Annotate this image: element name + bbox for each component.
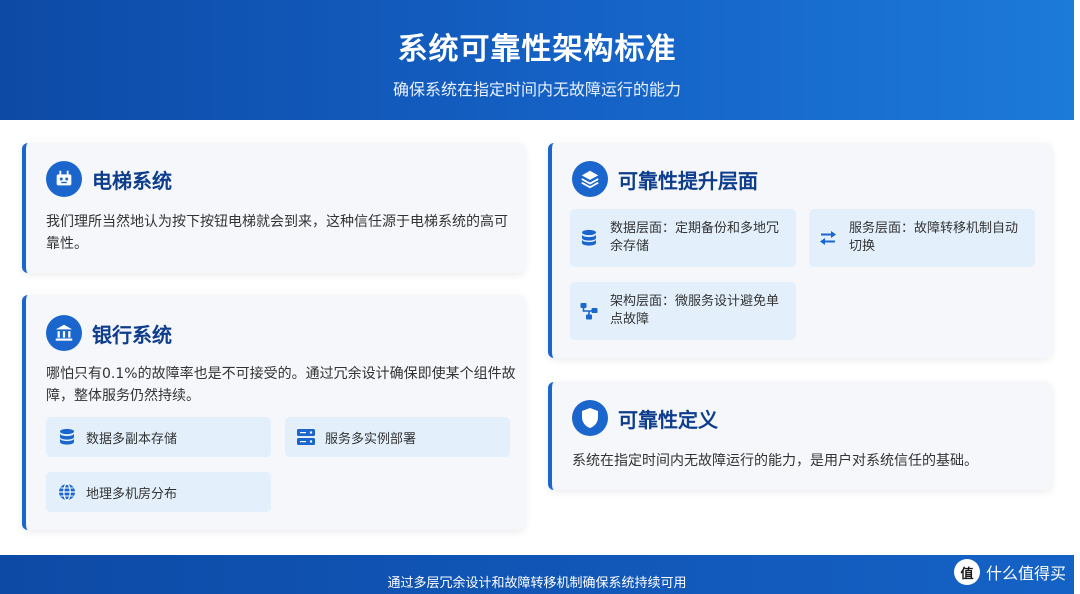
watermark: 值 什么值得买 [953,557,1066,587]
bank-card: 银行系统 哪怕只有0.1%的故障率也是不可接受的。通过冗余设计确保即使某个组件故… [22,295,525,530]
bank-card-header: 银行系统 [46,315,172,351]
globe-icon [58,483,76,501]
definition-card: 可靠性定义 系统在指定时间内无故障运行的能力，是用户对系统信任的基础。 [548,382,1052,490]
watermark-logo-glyph: 值 [960,566,974,582]
bank-card-text: 哪怕只有0.1%的故障率也是不可接受的。通过冗余设计确保即使某个组件故障，整体服… [46,366,516,404]
tag-geo-distribution: 地理多机房分布 [46,472,271,512]
shield-icon [572,400,608,436]
definition-card-title: 可靠性定义 [618,407,718,432]
footer-text: 通过多层冗余设计和故障转移机制确保系统持续可用 [387,576,687,591]
server-icon [297,428,315,446]
tag-label: 服务多实例部署 [325,431,417,447]
database-icon [58,428,76,446]
tag-label: 数据层面：定期备份和多地冗余存储 [610,221,780,254]
elevator-card-title: 电梯系统 [92,168,172,193]
tag-service-instances: 服务多实例部署 [285,417,510,457]
levels-card-header: 可靠性提升层面 [572,161,758,197]
topology-icon [580,302,598,320]
definition-card-text: 系统在指定时间内无故障运行的能力，是用户对系统信任的基础。 [572,453,978,469]
tag-service-level: 服务层面：故障转移机制自动切换 [809,209,1035,267]
header-banner: 系统可靠性架构标准 确保系统在指定时间内无故障运行的能力 [0,0,1074,120]
levels-card-title: 可靠性提升层面 [618,168,758,193]
elevator-card: 电梯系统 我们理所当然地认为按下按钮电梯就会到来，这种信任源于电梯系统的高可靠性… [22,143,525,273]
swap-arrows-icon [819,229,837,247]
elevator-card-text: 我们理所当然地认为按下按钮电梯就会到来，这种信任源于电梯系统的高可靠性。 [46,214,508,252]
tag-architecture-level: 架构层面：微服务设计避免单点故障 [570,282,796,340]
tag-label: 架构层面：微服务设计避免单点故障 [610,294,780,327]
page-subtitle: 确保系统在指定时间内无故障运行的能力 [392,80,681,99]
layers-icon [572,161,608,197]
watermark-label: 什么值得买 [985,564,1066,583]
bank-card-title: 银行系统 [92,322,172,347]
footer-banner: 通过多层冗余设计和故障转移机制确保系统持续可用 [0,555,1074,594]
bank-icon [46,315,82,351]
tag-data-level: 数据层面：定期备份和多地冗余存储 [570,209,796,267]
tag-label: 数据多副本存储 [86,431,178,447]
levels-card: 可靠性提升层面 数据层面：定期备份和多地冗余存储 服务层面：故障转移机制自动切换 [548,143,1052,358]
database-icon [580,229,598,247]
page-title: 系统可靠性架构标准 [397,32,677,67]
tag-data-replica: 数据多副本存储 [46,417,271,457]
tag-label: 地理多机房分布 [86,486,178,502]
watermark-logo-icon: 值 [953,559,980,585]
robot-icon [46,161,82,197]
right-edge [1074,0,1080,594]
elevator-card-header: 电梯系统 [46,161,172,197]
definition-card-header: 可靠性定义 [572,400,718,436]
tag-label: 服务层面：故障转移机制自动切换 [849,221,1019,254]
